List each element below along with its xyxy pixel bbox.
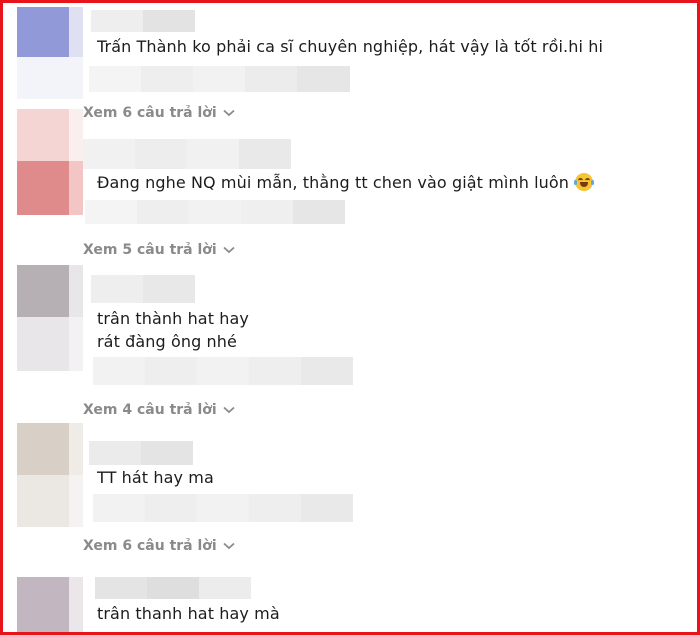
- laughing-tears-emoji: [574, 173, 595, 191]
- view-replies-link[interactable]: Xem 6 câu trả lời: [83, 536, 235, 556]
- chevron-down-icon: [223, 246, 235, 254]
- view-replies-link[interactable]: Xem 5 câu trả lời: [83, 240, 235, 260]
- comment-text: trân thanh hat hay mà: [97, 604, 280, 623]
- comment-thread: Trấn Thành ko phải ca sĩ chuyên nghiệp, …: [0, 0, 700, 635]
- comment-meta-placeholder: [85, 200, 345, 224]
- comment-text: Trấn Thành ko phải ca sĩ chuyên nghiệp, …: [97, 37, 603, 56]
- comment-text: TT hát hay ma: [97, 468, 214, 487]
- comment-meta-placeholder: [93, 494, 353, 522]
- view-replies-label: Xem 6 câu trả lời: [83, 538, 217, 554]
- avatar[interactable]: [17, 423, 83, 527]
- view-replies-label: Xem 4 câu trả lời: [83, 402, 217, 418]
- avatar[interactable]: [17, 109, 83, 215]
- comment-text-line: trân thành hat hay: [97, 309, 249, 328]
- comment-text-content: Đang nghe NQ mùi mẫn, thằng tt chen vào …: [97, 173, 570, 192]
- chevron-down-icon: [223, 406, 235, 414]
- username-placeholder: [83, 139, 291, 169]
- chevron-down-icon: [223, 542, 235, 550]
- view-replies-link[interactable]: Xem 6 câu trả lời: [83, 103, 235, 123]
- avatar[interactable]: [17, 7, 83, 99]
- chevron-down-icon: [223, 109, 235, 117]
- view-replies-link[interactable]: Xem 4 câu trả lời: [83, 400, 235, 420]
- username-placeholder: [91, 10, 195, 32]
- username-placeholder: [89, 441, 193, 465]
- view-replies-label: Xem 5 câu trả lời: [83, 242, 217, 258]
- view-replies-label: Xem 6 câu trả lời: [83, 105, 217, 121]
- comment-meta-placeholder: [93, 357, 353, 385]
- username-placeholder: [95, 577, 251, 599]
- comment-text-line: rát đàng ông nhé: [97, 332, 237, 351]
- username-placeholder: [91, 275, 195, 303]
- avatar[interactable]: [17, 577, 83, 632]
- avatar[interactable]: [17, 265, 83, 371]
- comment-meta-placeholder: [89, 66, 350, 92]
- comment-text: Đang nghe NQ mùi mẫn, thằng tt chen vào …: [97, 171, 595, 194]
